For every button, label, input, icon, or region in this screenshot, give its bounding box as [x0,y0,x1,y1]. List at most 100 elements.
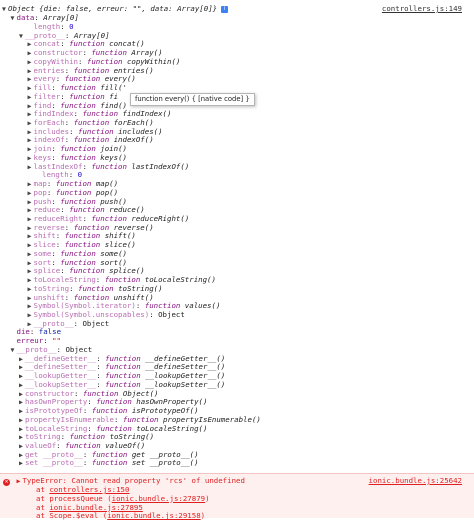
key-separator: : [114,414,123,424]
property-value: copyWithin() [126,56,181,66]
disclosure-closed-icon[interactable]: ▶ [26,259,34,268]
property-key: length [42,170,69,180]
property-key: __lookupSetter__ [25,379,97,389]
disclosure-closed-icon[interactable]: ▶ [26,224,34,233]
stack-frame-link[interactable]: ionic.bundle.js:27879 [112,494,205,503]
function-keyword: function [91,458,132,468]
disclosure-closed-icon[interactable]: ▶ [26,40,34,49]
disclosure-closed-icon[interactable]: ▶ [26,294,34,303]
disclosure-closed-icon[interactable]: ▶ [17,442,25,451]
key-separator: : [65,30,74,40]
disclosure-closed-icon[interactable]: ▶ [26,311,34,320]
property-value: __defineGetter__() [145,353,226,363]
disclosure-closed-icon[interactable]: ▶ [26,84,34,93]
disclosure-closed-icon[interactable]: ▶ [26,128,34,137]
property-key: propertyIsEnumerable [25,414,114,424]
disclosure-closed-icon[interactable]: ▶ [26,215,34,224]
disclosure-closed-icon[interactable]: ▶ [17,459,25,468]
info-icon[interactable]: i [221,5,229,13]
function-keyword: function [64,231,105,241]
tree-row[interactable]: ▶ set __proto__: function set __proto__() [0,459,474,468]
tree-row[interactable]: ▶ __proto__: Object [0,318,474,329]
stack-frame-link[interactable]: controllers.js:150 [49,485,129,494]
key-separator: : [29,327,39,337]
function-keyword: function [60,257,101,267]
key-separator: : [95,275,105,285]
property-value: toLocaleString() [136,423,208,433]
disclosure-closed-icon[interactable]: ▶ [17,425,25,434]
stack-frame-link[interactable]: ionic.bundle.js:29158 [107,511,200,521]
disclosure-closed-icon[interactable]: ▶ [26,110,34,119]
function-keyword: function [82,388,123,398]
disclosure-closed-icon[interactable]: ▶ [26,154,34,163]
key-separator: : [96,362,106,372]
disclosure-closed-icon[interactable]: ▶ [26,145,34,154]
property-value: toString() [118,283,163,293]
property-value: 0 [77,170,83,180]
disclosure-closed-icon[interactable]: ▶ [17,407,25,416]
disclosure-closed-icon[interactable]: ▶ [26,93,34,102]
disclosure-open-icon[interactable]: ▼ [17,32,25,41]
disclosure-closed-icon[interactable]: ▶ [17,381,25,390]
disclosure-closed-icon[interactable]: ▶ [26,206,34,215]
property-key: shift [33,231,56,241]
property-key: unshift [33,292,65,302]
function-keyword: function [91,48,132,58]
disclosure-closed-icon[interactable]: ▶ [26,75,34,84]
function-keyword: function [91,213,132,223]
error-message-area: × ▶ TypeError: Cannot read property 'rcs'… [0,473,474,521]
disclosure-closed-icon[interactable]: ▶ [26,250,34,259]
disclosure-closed-icon[interactable]: ▶ [17,433,25,442]
function-keyword: function [82,109,123,119]
disclosure-closed-icon[interactable]: ▶ [26,241,34,250]
property-value: __lookupGetter__() [145,371,226,381]
disclosure-closed-icon[interactable]: ▶ [26,285,34,294]
disclosure-closed-icon[interactable]: ▶ [17,355,25,364]
property-value: Object [158,310,185,320]
error-source-link[interactable]: ionic.bundle.js:25642 [369,476,462,486]
function-keyword: function [55,187,96,197]
function-keyword: function [73,117,114,127]
key-separator: : [64,117,74,127]
disclosure-closed-icon[interactable]: ▶ [26,198,34,207]
disclosure-closed-icon[interactable]: ▶ [26,67,34,76]
property-key: keys [33,152,52,162]
disclosure-open-icon[interactable]: ▼ [9,346,17,355]
property-key: __proto__ [33,318,74,328]
key-separator: : [96,353,106,363]
source-link[interactable]: controllers.js:149 [382,4,462,14]
disclosure-closed-icon[interactable]: ▶ [26,180,34,189]
key-separator: : [82,406,92,416]
function-keyword: function [73,135,114,145]
disclosure-closed-icon[interactable]: ▶ [26,232,34,241]
disclosure-closed-icon[interactable]: ▶ [26,136,34,145]
disclosure-closed-icon[interactable]: ▶ [26,276,34,285]
key-separator: : [55,231,65,241]
disclosure-closed-icon[interactable]: ▶ [26,163,34,172]
disclosure-closed-icon[interactable]: ▶ [17,390,25,399]
property-value: "" [52,336,62,346]
disclosure-closed-icon[interactable]: ▶ [17,451,25,460]
property-key: reduceRight [33,213,83,223]
disclosure-closed-icon[interactable]: ▶ [26,119,34,128]
function-keyword: function [73,292,114,302]
key-separator: : [64,65,74,75]
disclosure-closed-icon[interactable]: ▶ [26,102,34,111]
stack-frame-link[interactable]: ionic.bundle.js:27895 [49,503,142,512]
disclosure-closed-icon[interactable]: ▶ [17,363,25,372]
function-keyword: function [60,83,101,93]
disclosure-closed-icon[interactable]: ▶ [17,372,25,381]
disclosure-open-icon[interactable]: ▼ [0,5,8,14]
property-value: fi [109,91,119,101]
disclosure-closed-icon[interactable]: ▶ [26,267,34,276]
disclosure-closed-icon[interactable]: ▶ [26,302,34,311]
property-key: __proto__ [16,344,57,354]
disclosure-closed-icon[interactable]: ▶ [26,49,34,58]
disclosure-closed-icon[interactable]: ▶ [17,416,25,425]
property-value: every() [104,74,136,84]
disclosure-open-icon[interactable]: ▼ [9,14,17,23]
disclosure-closed-icon[interactable]: ▶ [26,58,34,67]
property-key: fill [33,83,52,93]
disclosure-closed-icon[interactable]: ▶ [26,189,34,198]
disclosure-closed-icon[interactable]: ▶ [17,398,25,407]
